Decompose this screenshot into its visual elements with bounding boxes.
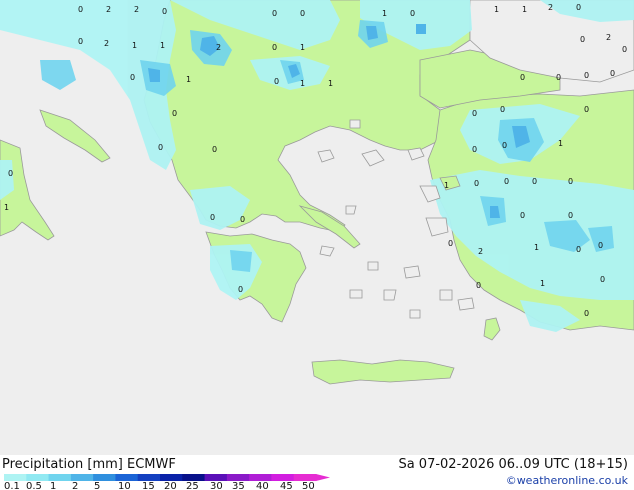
value-marker: 0 [600,275,605,284]
value-marker: 0 [576,245,581,254]
value-marker: 0 [610,69,615,78]
footer: Precipitation [mm] ECMWF Sa 07-02-2026 0… [0,455,634,490]
value-marker: 0 [500,105,505,114]
value-marker: 0 [172,109,177,118]
colorbar-tick-label: 0.1 [4,481,20,490]
value-marker: 0 [210,213,215,222]
value-marker: 0 [300,9,305,18]
colorbar-swatch [182,474,206,481]
colorbar-tick-label: 25 [186,481,199,490]
value-marker: 0 [272,9,277,18]
colorbar-swatch [137,474,161,481]
value-marker: 2 [216,43,221,52]
value-marker: 0 [520,211,525,220]
colorbar-tick-label: 2 [72,481,79,490]
value-marker: 0 [78,37,83,46]
colorbar-swatch [271,474,295,481]
value-marker: 0 [158,143,163,152]
colorbar-swatch [115,474,139,481]
value-marker: 0 [502,141,507,150]
colorbar-tick-label: 50 [302,481,315,490]
value-marker: 0 [576,3,581,12]
value-marker: 2 [134,5,139,14]
credit-link[interactable]: ©weatheronline.co.uk [506,474,628,487]
colorbar-tick-label: 30 [210,481,223,490]
map-title: Precipitation [mm] ECMWF [2,457,176,472]
value-marker: 2 [478,247,483,256]
valid-time: Sa 07-02-2026 06..09 UTC (18+15) [398,457,628,472]
colorbar-tick-label: 0.5 [26,481,42,490]
value-marker: 0 [556,73,561,82]
value-marker: 1 [186,75,191,84]
value-marker: 0 [584,309,589,318]
value-marker: 0 [584,105,589,114]
value-marker: 0 [476,281,481,290]
colorbar-tick-label: 45 [280,481,293,490]
value-marker: 1 [522,5,527,14]
value-marker: 1 [534,243,539,252]
colorbar-tick-label: 15 [142,481,155,490]
precipitation-map-panel: 2200001011200211201020010110000000000010… [0,0,634,490]
colorbar-tick-label: 40 [256,481,269,490]
value-marker: 1 [444,181,449,190]
value-marker: 1 [132,41,137,50]
value-marker: 1 [300,43,305,52]
colorbar-tick-label: 1 [50,481,57,490]
value-marker: 0 [504,177,509,186]
value-marker: 1 [4,203,9,212]
value-marker: 0 [472,145,477,154]
value-marker: 1 [540,279,545,288]
value-marker: 0 [568,177,573,186]
value-marker: 1 [328,79,333,88]
value-marker: 0 [8,169,13,178]
colorbar [4,474,330,481]
colorbar-arrow [316,474,330,481]
value-marker: 0 [130,73,135,82]
value-marker: 0 [162,7,167,16]
value-marker: 1 [300,79,305,88]
value-marker: 0 [472,109,477,118]
value-marker: 0 [272,43,277,52]
colorbar-swatch [93,474,116,481]
colorbar-tick-label: 10 [118,481,131,490]
colorbar-tick-label: 5 [94,481,101,490]
value-marker: 0 [448,239,453,248]
colorbar-tick-label: 20 [164,481,177,490]
value-marker: 0 [598,241,603,250]
value-marker: 0 [212,145,217,154]
value-marker: 1 [494,5,499,14]
value-marker: 2 [548,3,553,12]
value-marker: 2 [606,33,611,42]
colorbar-swatch [4,474,27,481]
value-marker: 0 [238,285,243,294]
value-marker: 0 [584,71,589,80]
value-marker: 1 [160,41,165,50]
value-marker: 0 [622,45,627,54]
value-marker: 0 [532,177,537,186]
colorbar-swatch [70,474,94,481]
value-marker: 0 [78,5,83,14]
colorbar-swatch [249,474,272,481]
colorbar-swatch [26,474,50,481]
value-marker: 0 [410,9,415,18]
colorbar-tick-label: 35 [232,481,245,490]
colorbar-swatch [160,474,183,481]
value-marker: 0 [580,35,585,44]
value-marker: 0 [474,179,479,188]
value-marker: 0 [274,77,279,86]
value-marker: 0 [240,215,245,224]
precipitation-map: 2 2 0 0 0 0 1 0 1 1 2 0 0 2 1 1 2 0 1 0 2 0 0 1 0 1 1 0 0 0 0 0 0 0 0 0 0 0 1 0… [0,0,634,455]
value-marker: 1 [558,139,563,148]
value-marker: 2 [106,5,111,14]
colorbar-swatch [293,474,317,481]
colorbar-swatch [48,474,72,481]
value-marker: 2 [104,39,109,48]
colorbar-swatch [226,474,250,481]
value-marker: 0 [520,73,525,82]
value-marker: 1 [382,9,387,18]
colorbar-swatch [204,474,228,481]
value-marker: 0 [568,211,573,220]
